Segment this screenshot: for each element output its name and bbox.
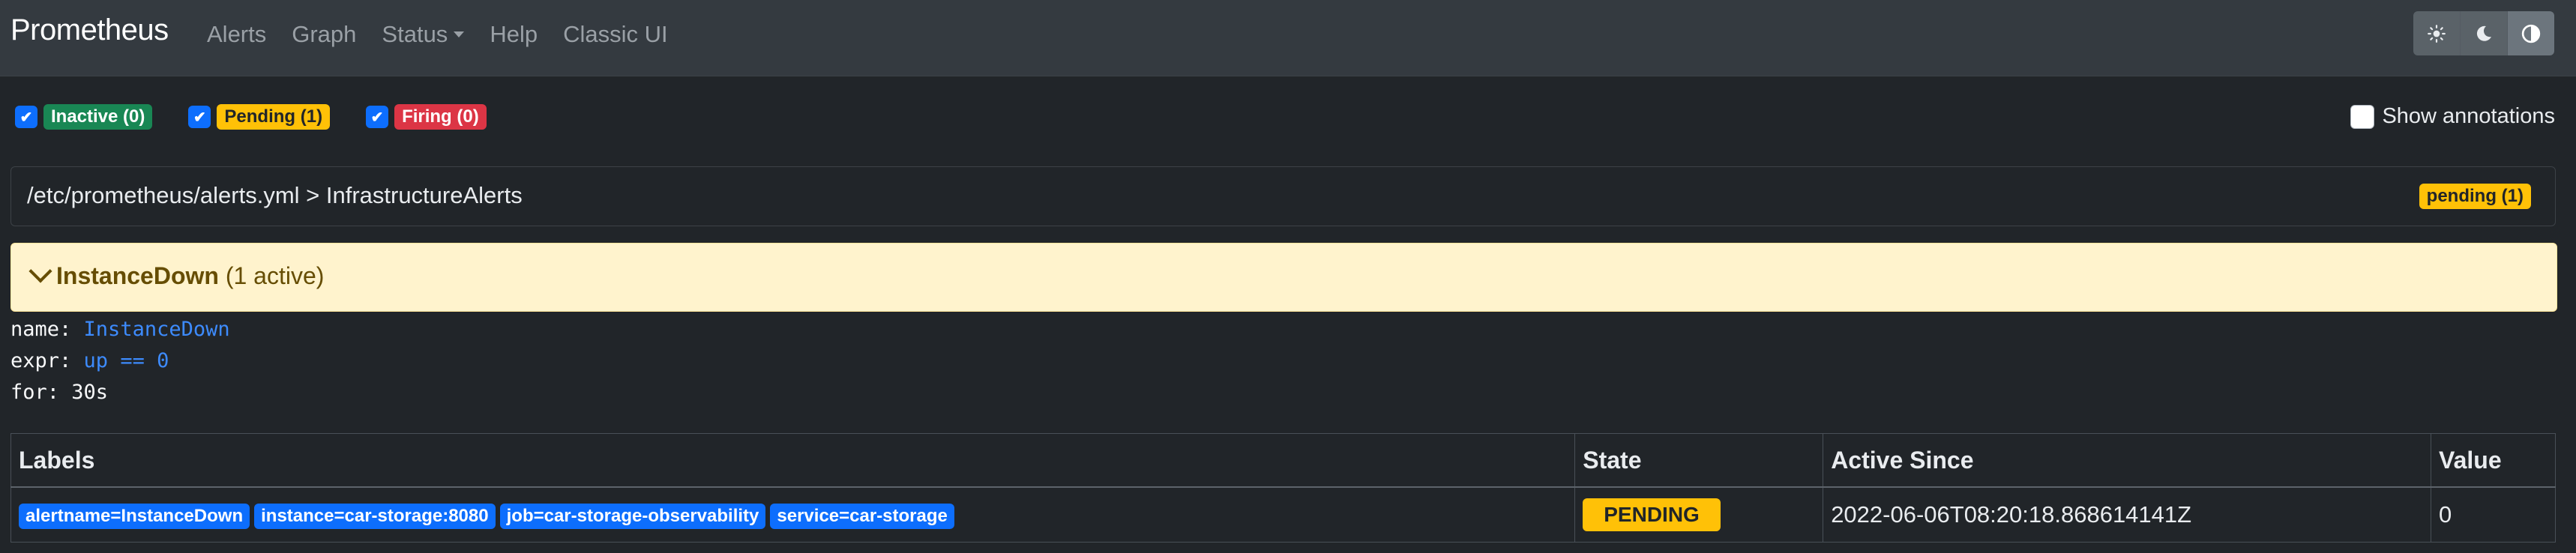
alert-active-count: (1 active) [225, 262, 325, 289]
sun-icon [2428, 24, 2446, 43]
rule-expr-key: expr: [10, 349, 84, 372]
rule-expr-value[interactable]: up == 0 [84, 349, 169, 372]
checkbox-checked-icon[interactable]: ✔ [15, 106, 37, 128]
table-header-row: Labels State Active Since Value [10, 433, 2556, 488]
rule-definition: name: InstanceDown expr: up == 0 for: 30… [10, 314, 2556, 409]
nav-alerts[interactable]: Alerts [207, 21, 266, 48]
show-annotations-checkbox[interactable] [2350, 104, 2375, 129]
rule-expr-line: expr: up == 0 [10, 345, 2556, 377]
brand-logo[interactable]: Prometheus [10, 13, 169, 47]
label-badge: job=car-storage-observability [499, 504, 766, 529]
caret-down-icon [454, 31, 465, 37]
rule-name-key: name: [10, 318, 84, 341]
nav-classic-ui[interactable]: Classic UI [563, 21, 668, 48]
nav-links: Alerts Graph Status Help Classic UI [207, 21, 668, 48]
show-annotations-toggle[interactable]: Show annotations [2350, 104, 2555, 129]
label-badge: alertname=InstanceDown [19, 504, 250, 529]
labels-cell: alertname=InstanceDown instance=car-stora… [10, 486, 1576, 543]
group-status-badge: pending (1) [2419, 184, 2531, 209]
column-header-value: Value [2431, 433, 2556, 488]
nav-status-dropdown[interactable]: Status [382, 21, 465, 48]
dark-theme-button[interactable] [2460, 11, 2507, 55]
filter-inactive[interactable]: ✔ Inactive (0) [15, 104, 153, 130]
column-header-state: State [1574, 433, 1824, 488]
filter-firing[interactable]: ✔ Firing (0) [366, 104, 487, 130]
nav-graph[interactable]: Graph [292, 21, 356, 48]
moon-icon [2476, 25, 2491, 41]
column-header-active-since: Active Since [1823, 433, 2431, 488]
label-badge: instance=car-storage:8080 [254, 504, 496, 529]
chevron-down-icon [28, 259, 52, 283]
checkbox-checked-icon[interactable]: ✔ [188, 106, 211, 128]
rule-group-header: /etc/prometheus/alerts.yml > Infrastruct… [10, 166, 2556, 226]
rule-name-line: name: InstanceDown [10, 314, 2556, 345]
inactive-badge: Inactive (0) [43, 104, 153, 130]
nav-help[interactable]: Help [490, 21, 538, 48]
checkbox-checked-icon[interactable]: ✔ [366, 106, 389, 128]
table-row: alertname=InstanceDown instance=car-stora… [10, 486, 2556, 543]
filter-pending[interactable]: ✔ Pending (1) [188, 104, 331, 130]
rule-name-value[interactable]: InstanceDown [84, 318, 230, 341]
active-alerts-table: Labels State Active Since Value alertnam… [10, 433, 2556, 543]
column-header-labels: Labels [10, 433, 1576, 488]
pending-badge: Pending (1) [217, 104, 331, 130]
contrast-icon [2521, 24, 2541, 43]
light-theme-button[interactable] [2413, 11, 2460, 55]
alert-rule-toggle[interactable]: InstanceDown (1 active) [10, 243, 2557, 312]
rule-group-title: /etc/prometheus/alerts.yml > Infrastruct… [27, 182, 523, 208]
alert-rule-title: InstanceDown (1 active) [56, 262, 324, 290]
state-cell: PENDING [1574, 486, 1824, 543]
nav-status-label: Status [382, 21, 448, 47]
label-badge: service=car-storage [770, 504, 954, 529]
top-navbar: Prometheus Alerts Graph Status Help Clas… [0, 0, 2576, 76]
active-since-cell: 2022-06-06T08:20:18.868614141Z [1823, 486, 2431, 543]
theme-toggle-group [2413, 11, 2554, 55]
firing-badge: Firing (0) [394, 104, 487, 130]
state-filters: ✔ Inactive (0) ✔ Pending (1) ✔ Firing (0… [15, 104, 523, 130]
value-cell: 0 [2431, 486, 2556, 543]
alert-name: InstanceDown [56, 262, 219, 289]
rule-for-line: for: 30s [10, 381, 109, 404]
auto-theme-button[interactable] [2507, 11, 2554, 55]
show-annotations-label: Show annotations [2382, 104, 2555, 128]
state-badge: PENDING [1583, 498, 1721, 531]
